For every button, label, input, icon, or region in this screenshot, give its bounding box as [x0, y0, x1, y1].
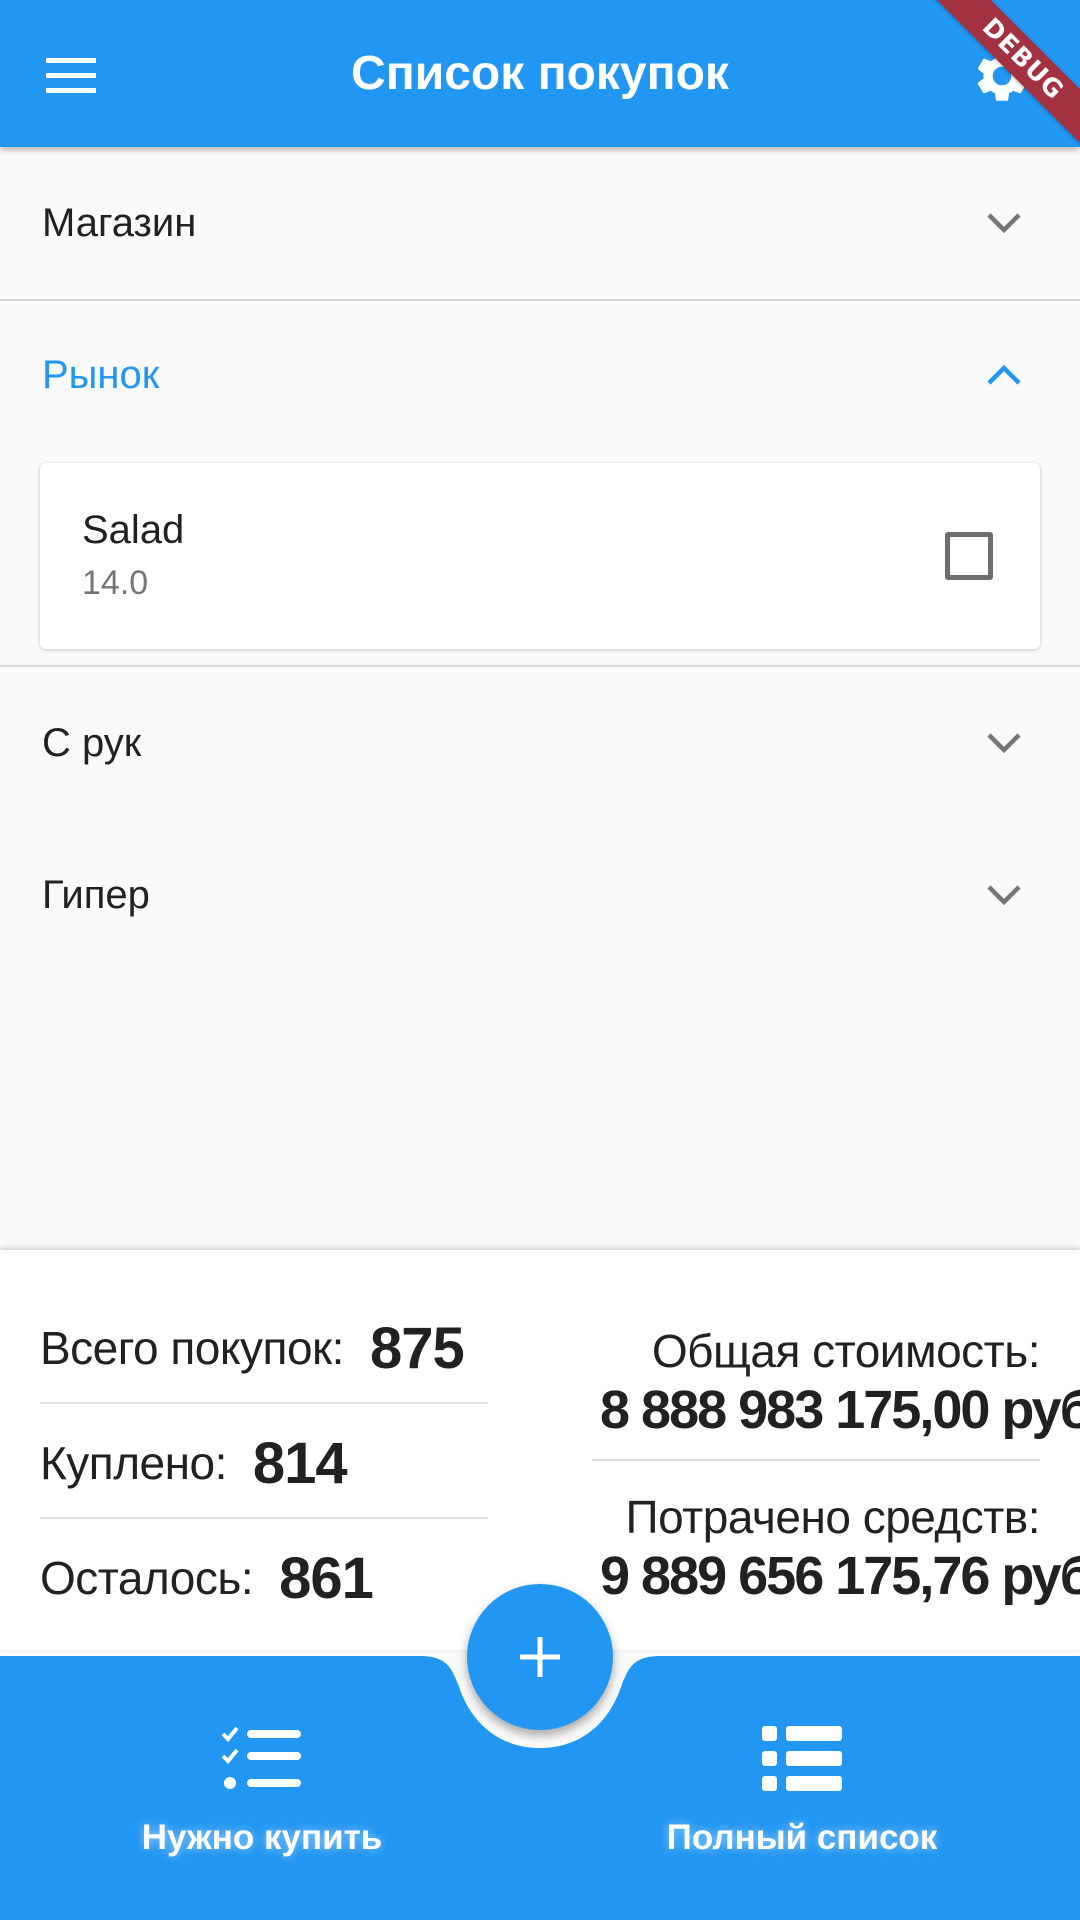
- chevron-up-icon[interactable]: [976, 347, 1032, 403]
- spent-label: Потрачено средств:: [625, 1491, 1041, 1543]
- total-purchases-value: 875: [369, 1315, 465, 1381]
- section-header-rynok[interactable]: Рынок: [0, 299, 1080, 451]
- total-purchases-row: Всего покупок: 875: [40, 1290, 488, 1406]
- total-cost-block: Общая стоимость: 8 888 983 175,00 руб.: [600, 1324, 1080, 1442]
- total-cost-label: Общая стоимость:: [651, 1325, 1041, 1377]
- section-header-s-ruk[interactable]: С рук: [0, 667, 1080, 819]
- chevron-down-icon[interactable]: [976, 195, 1032, 251]
- list-item[interactable]: Salad 14.0: [40, 463, 1040, 649]
- nav-full-list-label: Полный список: [666, 1818, 938, 1857]
- bought-row: Куплено: 814: [40, 1405, 488, 1521]
- divider: [592, 1459, 1040, 1461]
- add-item-button[interactable]: [467, 1584, 613, 1730]
- remaining-label: Осталось:: [40, 1552, 254, 1604]
- remaining-value: 861: [279, 1545, 374, 1611]
- remaining-row: Осталось: 861: [40, 1520, 488, 1636]
- divider: [40, 1402, 488, 1404]
- list-icon: [762, 1726, 842, 1791]
- spent-block: Потрачено средств: 9 889 656 175,76 руб.: [600, 1490, 1080, 1608]
- item-name: Salad: [82, 508, 185, 552]
- bought-label: Куплено:: [40, 1437, 227, 1489]
- section-header-giper[interactable]: Гипер: [0, 819, 1080, 971]
- total-cost-value: 8 888 983 175,00 руб.: [600, 1380, 1080, 1440]
- total-purchases-label: Всего покупок:: [40, 1322, 344, 1374]
- spent-value: 9 889 656 175,76 руб.: [600, 1546, 1080, 1606]
- nav-need-to-buy[interactable]: Нужно купить: [52, 1726, 472, 1876]
- section-title: Гипер: [42, 873, 150, 917]
- nav-full-list[interactable]: Полный список: [592, 1726, 1012, 1876]
- plus-icon: [520, 1637, 560, 1677]
- section-header-magazin[interactable]: Магазин: [0, 147, 1080, 299]
- chevron-down-icon[interactable]: [976, 867, 1032, 923]
- section-title: С рук: [42, 721, 142, 765]
- item-checkbox[interactable]: [945, 532, 993, 580]
- chevron-down-icon[interactable]: [976, 715, 1032, 771]
- checklist-icon: [221, 1726, 301, 1789]
- section-title: Магазин: [42, 201, 197, 245]
- divider: [40, 1517, 488, 1519]
- bought-value: 814: [252, 1430, 348, 1496]
- item-price: 14.0: [82, 564, 149, 602]
- nav-need-to-buy-label: Нужно купить: [141, 1818, 383, 1857]
- app-bar: Список покупок DEBUG: [0, 0, 1080, 147]
- section-title: Рынок: [42, 353, 160, 397]
- page-title: Список покупок: [351, 47, 729, 100]
